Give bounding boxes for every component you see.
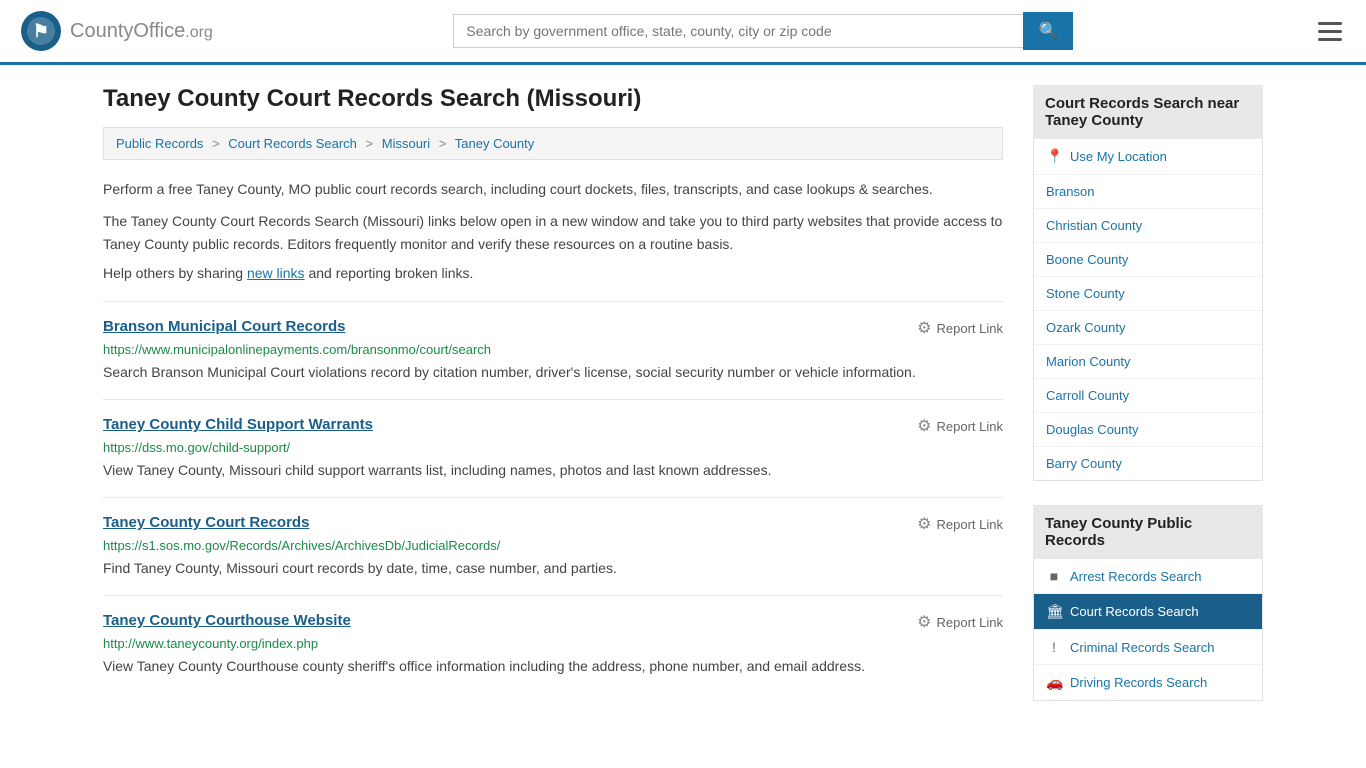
logo-text: CountyOffice.org — [70, 20, 213, 43]
result-url-1: https://dss.mo.gov/child-support/ — [103, 440, 1003, 455]
sidebar-item-criminal-records[interactable]: ! Criminal Records Search — [1034, 630, 1262, 665]
arrest-icon: ■ — [1046, 568, 1062, 584]
report-icon-3: ⚙ — [917, 612, 931, 632]
menu-button[interactable] — [1314, 18, 1346, 45]
breadcrumb-missouri[interactable]: Missouri — [382, 136, 430, 151]
result-title-0: Branson Municipal Court Records — [103, 318, 346, 335]
breadcrumb-taney-county[interactable]: Taney County — [455, 136, 535, 151]
sidebar-public-records-header: Taney County Public Records — [1033, 505, 1263, 559]
sidebar-public-records-section: Taney County Public Records ■ Arrest Rec… — [1033, 505, 1263, 701]
sidebar-nearby-section: Court Records Search near Taney County 📍… — [1033, 85, 1263, 481]
report-link-1[interactable]: ⚙ Report Link — [917, 416, 1003, 436]
report-icon-0: ⚙ — [917, 318, 931, 338]
result-header-1: Taney County Child Support Warrants ⚙ Re… — [103, 416, 1003, 436]
sidebar-item-douglas-county[interactable]: Douglas County — [1034, 413, 1262, 447]
location-icon: 📍 — [1046, 148, 1062, 165]
result-item-1: Taney County Child Support Warrants ⚙ Re… — [103, 399, 1003, 497]
result-header-2: Taney County Court Records ⚙ Report Link — [103, 514, 1003, 534]
content-area: Taney County Court Records Search (Misso… — [103, 85, 1003, 725]
result-title-3: Taney County Courthouse Website — [103, 612, 351, 629]
report-link-2[interactable]: ⚙ Report Link — [917, 514, 1003, 534]
result-title-2: Taney County Court Records — [103, 514, 309, 531]
sidebar-item-carroll-county[interactable]: Carroll County — [1034, 379, 1262, 413]
result-item-3: Taney County Courthouse Website ⚙ Report… — [103, 595, 1003, 693]
new-links-link[interactable]: new links — [247, 265, 305, 281]
sidebar-item-christian-county[interactable]: Christian County — [1034, 209, 1262, 243]
sidebar-item-arrest-records[interactable]: ■ Arrest Records Search — [1034, 559, 1262, 594]
sidebar: Court Records Search near Taney County 📍… — [1033, 85, 1263, 725]
intro-text-1: Perform a free Taney County, MO public c… — [103, 178, 1003, 200]
breadcrumb: Public Records > Court Records Search > … — [103, 127, 1003, 160]
sidebar-item-use-my-location[interactable]: 📍 Use My Location — [1034, 139, 1262, 175]
report-link-0[interactable]: ⚙ Report Link — [917, 318, 1003, 338]
logo-icon: ⚑ — [20, 10, 62, 52]
intro-text-2: The Taney County Court Records Search (M… — [103, 210, 1003, 255]
result-desc-2: Find Taney County, Missouri court record… — [103, 558, 1003, 579]
sidebar-item-marion-county[interactable]: Marion County — [1034, 345, 1262, 379]
report-icon-2: ⚙ — [917, 514, 931, 534]
sidebar-item-driving-records[interactable]: 🚗 Driving Records Search — [1034, 665, 1262, 700]
result-url-0: https://www.municipalonlinepayments.com/… — [103, 342, 1003, 357]
search-button[interactable]: 🔍 — [1023, 12, 1073, 50]
result-desc-1: View Taney County, Missouri child suppor… — [103, 460, 1003, 481]
result-desc-0: Search Branson Municipal Court violation… — [103, 362, 1003, 383]
result-title-1: Taney County Child Support Warrants — [103, 416, 373, 433]
breadcrumb-court-records[interactable]: Court Records Search — [228, 136, 357, 151]
sidebar-public-records-list: ■ Arrest Records Search 🏛 Court Records … — [1033, 559, 1263, 701]
sidebar-item-court-records[interactable]: 🏛 Court Records Search — [1034, 594, 1262, 630]
sidebar-item-stone-county[interactable]: Stone County — [1034, 277, 1262, 311]
court-icon: 🏛 — [1046, 603, 1062, 620]
driving-icon: 🚗 — [1046, 674, 1062, 691]
report-link-3[interactable]: ⚙ Report Link — [917, 612, 1003, 632]
page-title: Taney County Court Records Search (Misso… — [103, 85, 1003, 113]
main-container: Taney County Court Records Search (Misso… — [83, 65, 1283, 745]
search-area: 🔍 — [453, 12, 1073, 50]
result-url-2: https://s1.sos.mo.gov/Records/Archives/A… — [103, 538, 1003, 553]
result-header-0: Branson Municipal Court Records ⚙ Report… — [103, 318, 1003, 338]
result-url-3: http://www.taneycounty.org/index.php — [103, 636, 1003, 651]
logo-name: CountyOffice — [70, 20, 185, 42]
result-item-0: Branson Municipal Court Records ⚙ Report… — [103, 301, 1003, 399]
result-desc-3: View Taney County Courthouse county sher… — [103, 656, 1003, 677]
new-links-text: Help others by sharing new links and rep… — [103, 265, 1003, 281]
sidebar-item-branson[interactable]: Branson — [1034, 175, 1262, 209]
criminal-icon: ! — [1046, 639, 1062, 655]
sidebar-nearby-list: 📍 Use My Location Branson Christian Coun… — [1033, 139, 1263, 481]
sidebar-item-barry-county[interactable]: Barry County — [1034, 447, 1262, 480]
report-icon-1: ⚙ — [917, 416, 931, 436]
site-header: ⚑ CountyOffice.org 🔍 — [0, 0, 1366, 65]
sidebar-item-boone-county[interactable]: Boone County — [1034, 243, 1262, 277]
logo-suffix: .org — [185, 24, 213, 41]
sidebar-nearby-header: Court Records Search near Taney County — [1033, 85, 1263, 139]
hamburger-line-1 — [1318, 22, 1342, 25]
search-input[interactable] — [453, 14, 1023, 48]
logo-area: ⚑ CountyOffice.org — [20, 10, 213, 52]
hamburger-line-3 — [1318, 38, 1342, 41]
result-header-3: Taney County Courthouse Website ⚙ Report… — [103, 612, 1003, 632]
svg-text:⚑: ⚑ — [33, 21, 49, 41]
hamburger-line-2 — [1318, 30, 1342, 33]
breadcrumb-public-records[interactable]: Public Records — [116, 136, 203, 151]
result-item-2: Taney County Court Records ⚙ Report Link… — [103, 497, 1003, 595]
sidebar-item-ozark-county[interactable]: Ozark County — [1034, 311, 1262, 345]
